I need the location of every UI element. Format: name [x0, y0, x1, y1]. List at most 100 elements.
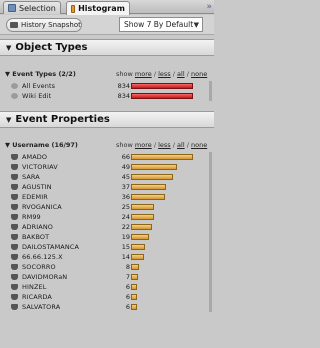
- username-label[interactable]: ▼ Username (16/97): [5, 141, 78, 149]
- show-less-link[interactable]: less: [158, 141, 171, 149]
- histogram-row[interactable]: ADRIANO 22: [0, 222, 214, 232]
- show-default-value: Show 7 By Default: [124, 20, 194, 29]
- show-more-link[interactable]: more: [135, 70, 152, 78]
- user-icon: [11, 274, 18, 280]
- username-count: Username (16/97): [12, 141, 78, 149]
- row-label: AGUSTIN: [22, 183, 52, 191]
- history-snapshot-label: History Snapshot: [21, 21, 81, 29]
- row-count: 24: [121, 213, 130, 221]
- show-all-link[interactable]: all: [177, 141, 185, 149]
- show-none-link[interactable]: none: [191, 70, 207, 78]
- histogram-row[interactable]: BAKBOT 19: [0, 232, 214, 242]
- toolbar: History Snapshot Show 7 By Default ▼: [0, 15, 214, 35]
- row-label: BAKBOT: [22, 233, 50, 241]
- show-label: show: [116, 141, 133, 149]
- histogram-row[interactable]: DAILOSTAMANCA 15: [0, 242, 214, 252]
- histogram-bar: [131, 304, 137, 310]
- row-count: 834: [117, 92, 130, 100]
- histogram-row[interactable]: HINZEL 6: [0, 282, 214, 292]
- user-icon: [11, 154, 18, 160]
- histogram-row[interactable]: VICTORIAV 49: [0, 162, 214, 172]
- show-less-link[interactable]: less: [158, 70, 171, 78]
- histogram-row[interactable]: AGUSTIN 37: [0, 182, 214, 192]
- histogram-row[interactable]: RM99 24: [0, 212, 214, 222]
- histogram-bar: [131, 224, 152, 230]
- row-count: 36: [121, 193, 130, 201]
- separator: /: [172, 141, 175, 149]
- histogram-row[interactable]: SOCORRO 8: [0, 262, 214, 272]
- histogram-row[interactable]: Wiki Edit 834: [0, 91, 214, 101]
- username-subheader: ▼ Username (16/97) show more / less / al…: [0, 140, 214, 150]
- histogram-bar: [131, 214, 154, 220]
- histogram-row[interactable]: AMADO 66: [0, 152, 214, 162]
- row-count: 49: [121, 163, 130, 171]
- user-icon: [11, 234, 18, 240]
- event-types-label[interactable]: ▼ Event Types (2/2): [5, 70, 76, 78]
- separator: /: [153, 141, 157, 149]
- histogram-bar: [131, 83, 193, 89]
- tab-histogram-label: Histogram: [78, 4, 125, 13]
- event-types-show-links: show more / less / all / none: [116, 70, 207, 78]
- scrollbar[interactable]: [209, 152, 212, 312]
- histogram-row[interactable]: RVOGANICA 25: [0, 202, 214, 212]
- event-types-count: Event Types (2/2): [12, 70, 76, 78]
- row-count: 22: [121, 223, 130, 231]
- row-label: AMADO: [22, 153, 48, 161]
- show-more-link[interactable]: more: [135, 141, 152, 149]
- camera-icon: [10, 22, 18, 28]
- event-types-list: All Events 834 Wiki Edit 834: [0, 81, 214, 101]
- separator: /: [172, 70, 175, 78]
- row-count: 37: [121, 183, 130, 191]
- row-label: All Events: [22, 82, 56, 90]
- row-count: 8: [125, 263, 130, 271]
- tab-histogram[interactable]: Histogram: [66, 1, 130, 15]
- collapse-triangle-icon: ▼: [6, 115, 12, 124]
- user-icon: [11, 304, 18, 310]
- histogram-row[interactable]: 66.66.125.X 14: [0, 252, 214, 262]
- user-icon: [11, 184, 18, 190]
- row-count: 6: [125, 303, 130, 311]
- tab-selection[interactable]: Selection: [3, 1, 61, 14]
- row-label: VICTORIAV: [22, 163, 58, 171]
- histogram-bar: [131, 194, 165, 200]
- histogram-row[interactable]: RICARDA 6: [0, 292, 214, 302]
- histogram-bar: [131, 164, 177, 170]
- row-count: 25: [121, 203, 130, 211]
- histogram-bar: [131, 254, 144, 260]
- row-label: DAVIDMORaN: [22, 273, 68, 281]
- histogram-bar: [131, 204, 154, 210]
- tab-overflow-icon[interactable]: »: [206, 2, 212, 12]
- row-label: 66.66.125.X: [22, 253, 63, 261]
- collapse-triangle-icon: ▼: [6, 43, 12, 52]
- history-snapshot-button[interactable]: History Snapshot: [6, 18, 82, 32]
- histogram-icon: [71, 4, 76, 13]
- scrollbar[interactable]: [209, 81, 212, 101]
- histogram-bar: [131, 284, 137, 290]
- show-none-link[interactable]: none: [191, 141, 207, 149]
- event-properties-header[interactable]: ▼ Event Properties: [0, 111, 214, 128]
- event-type-icon: [11, 93, 18, 99]
- object-types-title: Object Types: [15, 42, 88, 53]
- object-types-header[interactable]: ▼ Object Types: [0, 39, 214, 56]
- histogram-row[interactable]: SALVATORA 6: [0, 302, 214, 312]
- histogram-bar: [131, 234, 149, 240]
- histogram-row[interactable]: All Events 834: [0, 81, 214, 91]
- user-icon: [11, 214, 18, 220]
- chevron-down-icon: ▼: [193, 21, 199, 29]
- user-icon: [11, 244, 18, 250]
- histogram-bar: [131, 184, 166, 190]
- separator: /: [153, 70, 157, 78]
- show-default-select[interactable]: Show 7 By Default ▼: [119, 17, 203, 32]
- user-icon: [11, 284, 18, 290]
- row-label: SARA: [22, 173, 40, 181]
- histogram-row[interactable]: DAVIDMORaN 7: [0, 272, 214, 282]
- histogram-row[interactable]: EDEMIR 36: [0, 192, 214, 202]
- separator: /: [186, 70, 189, 78]
- row-count: 6: [125, 293, 130, 301]
- show-all-link[interactable]: all: [177, 70, 185, 78]
- row-label: DAILOSTAMANCA: [22, 243, 80, 251]
- row-label: RM99: [22, 213, 41, 221]
- histogram-bar: [131, 244, 145, 250]
- user-icon: [11, 224, 18, 230]
- histogram-row[interactable]: SARA 45: [0, 172, 214, 182]
